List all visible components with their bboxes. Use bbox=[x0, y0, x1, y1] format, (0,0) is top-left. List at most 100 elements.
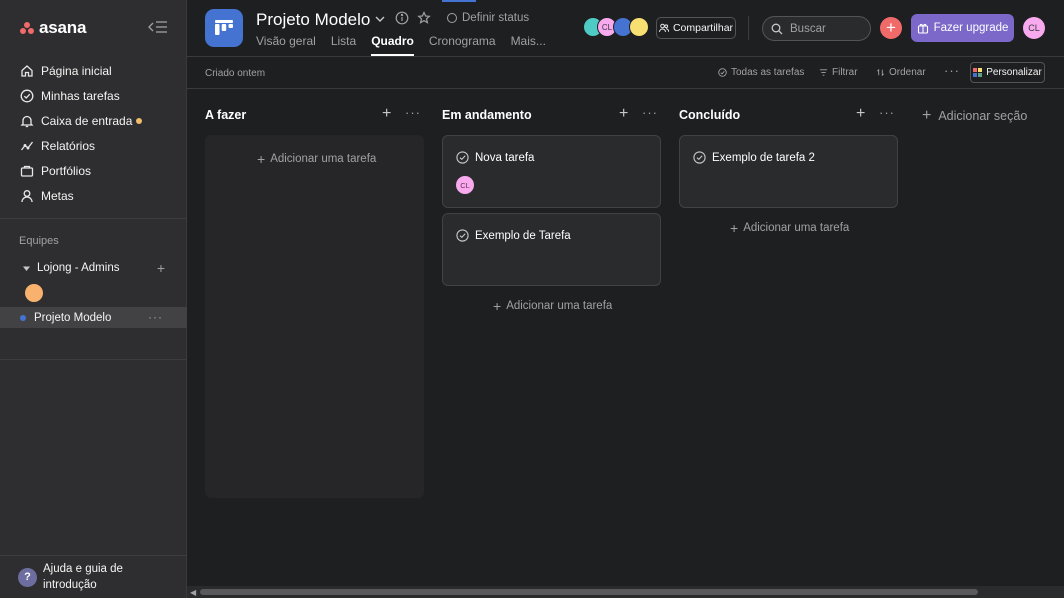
plus-icon: + bbox=[493, 298, 502, 314]
add-task-button[interactable]: + Adicionar uma tarefa bbox=[730, 220, 849, 236]
scrollbar-thumb[interactable] bbox=[200, 589, 978, 595]
more-options-icon[interactable]: ··· bbox=[148, 310, 163, 324]
search-input[interactable] bbox=[790, 22, 860, 35]
tab-board[interactable]: Quadro bbox=[371, 34, 414, 56]
assignee-avatar[interactable]: CL bbox=[456, 176, 474, 194]
column-title[interactable]: A fazer bbox=[205, 108, 246, 122]
brand-name: asana bbox=[39, 18, 87, 37]
tab-list[interactable]: Lista bbox=[331, 34, 356, 56]
add-task-button[interactable]: + Adicionar uma tarefa bbox=[257, 151, 376, 167]
help-button[interactable]: ? Ajuda e guia de introdução bbox=[0, 555, 187, 598]
status-label: Definir status bbox=[462, 12, 530, 24]
sort-button[interactable]: Ordenar bbox=[876, 67, 926, 78]
bell-icon bbox=[20, 115, 34, 127]
all-tasks-label: Todas as tarefas bbox=[731, 67, 805, 78]
add-task-button[interactable]: + Adicionar uma tarefa bbox=[493, 298, 612, 314]
add-task-icon[interactable]: + bbox=[856, 105, 865, 123]
team-item[interactable]: Lojong - Admins + bbox=[0, 258, 187, 278]
help-label: Ajuda e guia de introdução bbox=[43, 563, 123, 591]
chevron-down-icon[interactable] bbox=[374, 13, 386, 25]
sidebar-nav: Página inicial Minhas tarefas Caixa de e… bbox=[0, 58, 187, 208]
project-members[interactable]: CL bbox=[583, 17, 653, 39]
sidebar-item-inbox[interactable]: Caixa de entrada bbox=[0, 108, 187, 133]
asana-logo-icon bbox=[20, 22, 34, 34]
plus-icon: + bbox=[922, 107, 932, 124]
add-task-label: Adicionar uma tarefa bbox=[506, 300, 613, 312]
asana-logo[interactable]: asana bbox=[20, 18, 86, 38]
add-task-label: Adicionar uma tarefa bbox=[270, 153, 377, 165]
complete-task-icon[interactable] bbox=[693, 151, 706, 164]
check-circle-icon bbox=[718, 68, 727, 77]
column-title[interactable]: Concluído bbox=[679, 108, 740, 122]
column-more-icon[interactable]: ··· bbox=[642, 105, 658, 120]
info-icon[interactable] bbox=[395, 11, 409, 25]
add-task-icon[interactable]: + bbox=[619, 105, 628, 123]
add-task-icon[interactable]: + bbox=[382, 105, 391, 123]
project-tabs: Visão geral Lista Quadro Cronograma Mais… bbox=[256, 34, 561, 56]
sidebar-item-reports[interactable]: Relatórios bbox=[0, 133, 187, 158]
share-button[interactable]: Compartilhar bbox=[656, 17, 736, 39]
search-icon bbox=[771, 23, 783, 34]
tab-timeline[interactable]: Cronograma bbox=[429, 34, 496, 56]
project-board-icon[interactable] bbox=[205, 9, 243, 47]
customize-label: Personalizar bbox=[986, 67, 1042, 78]
user-avatar[interactable]: CL bbox=[1023, 17, 1045, 39]
status-circle-icon bbox=[447, 13, 457, 23]
plus-icon: + bbox=[730, 220, 739, 236]
folder-icon bbox=[20, 165, 34, 177]
project-name: Projeto Modelo bbox=[34, 311, 112, 324]
sidebar-item-my-tasks[interactable]: Minhas tarefas bbox=[0, 83, 187, 108]
team-avatar[interactable] bbox=[25, 284, 43, 302]
task-title-row: Exemplo de Tarefa bbox=[456, 229, 571, 242]
page-title: Projeto Modelo bbox=[256, 10, 371, 29]
person-icon bbox=[21, 189, 33, 202]
sidebar-item-goals[interactable]: Metas bbox=[0, 183, 187, 208]
scroll-left-icon[interactable]: ◀ bbox=[190, 588, 196, 597]
upgrade-label: Fazer upgrade bbox=[933, 22, 1009, 34]
add-team-member-icon[interactable]: + bbox=[157, 260, 165, 276]
task-card[interactable]: Exemplo de tarefa 2 bbox=[679, 135, 898, 208]
upgrade-button[interactable]: Fazer upgrade bbox=[911, 14, 1014, 42]
sidebar-project-item[interactable]: Projeto Modelo ··· bbox=[0, 307, 187, 328]
caret-down-icon[interactable] bbox=[22, 264, 31, 273]
board-icon bbox=[215, 20, 233, 35]
create-button[interactable]: + bbox=[880, 17, 902, 39]
column-drop-area[interactable] bbox=[205, 135, 424, 498]
search-box[interactable] bbox=[762, 16, 871, 41]
filter-button[interactable]: Filtrar bbox=[819, 67, 858, 78]
column-more-icon[interactable]: ··· bbox=[405, 105, 421, 120]
sidebar-item-portfolios[interactable]: Portfólios bbox=[0, 158, 187, 183]
complete-task-icon[interactable] bbox=[456, 229, 469, 242]
share-label: Compartilhar bbox=[672, 22, 734, 34]
task-card[interactable]: Nova tarefa CL bbox=[442, 135, 661, 208]
view-toolbar: Criado ontem Todas as tarefas Filtrar Or… bbox=[187, 57, 1064, 89]
star-icon[interactable] bbox=[417, 11, 431, 25]
horizontal-scrollbar[interactable]: ◀ bbox=[187, 586, 1064, 598]
collapse-sidebar-icon[interactable] bbox=[148, 20, 168, 34]
set-status-button[interactable]: Definir status bbox=[447, 12, 529, 24]
filter-icon bbox=[819, 69, 828, 76]
tab-more[interactable]: Mais... bbox=[511, 34, 546, 56]
column-more-icon[interactable]: ··· bbox=[879, 105, 895, 120]
gift-icon bbox=[917, 23, 928, 34]
column-title[interactable]: Em andamento bbox=[442, 108, 532, 122]
customize-button[interactable]: Personalizar bbox=[970, 62, 1045, 83]
add-section-label: Adicionar seção bbox=[938, 109, 1028, 123]
task-title-row: Exemplo de tarefa 2 bbox=[693, 151, 815, 164]
add-task-label: Adicionar uma tarefa bbox=[743, 222, 850, 234]
sidebar-item-label: Minhas tarefas bbox=[41, 88, 120, 103]
project-color-dot bbox=[20, 314, 26, 321]
board: A fazer + ··· + Adicionar uma tarefa Em … bbox=[187, 89, 1064, 586]
complete-task-icon[interactable] bbox=[456, 151, 469, 164]
sidebar-item-home[interactable]: Página inicial bbox=[0, 58, 187, 83]
tab-overview[interactable]: Visão geral bbox=[256, 34, 316, 56]
team-name: Lojong - Admins bbox=[37, 262, 120, 274]
help-icon: ? bbox=[18, 567, 37, 587]
more-options-icon[interactable]: ··· bbox=[944, 63, 960, 78]
task-card[interactable]: Exemplo de Tarefa bbox=[442, 213, 661, 286]
teams-section-title: Equipes bbox=[19, 235, 59, 247]
add-section-button[interactable]: + Adicionar seção bbox=[922, 107, 1027, 125]
all-tasks-filter-button[interactable]: Todas as tarefas bbox=[718, 67, 804, 78]
sidebar: asana Página inicial Minhas tarefas Caix… bbox=[0, 0, 187, 598]
chart-icon bbox=[20, 141, 34, 150]
